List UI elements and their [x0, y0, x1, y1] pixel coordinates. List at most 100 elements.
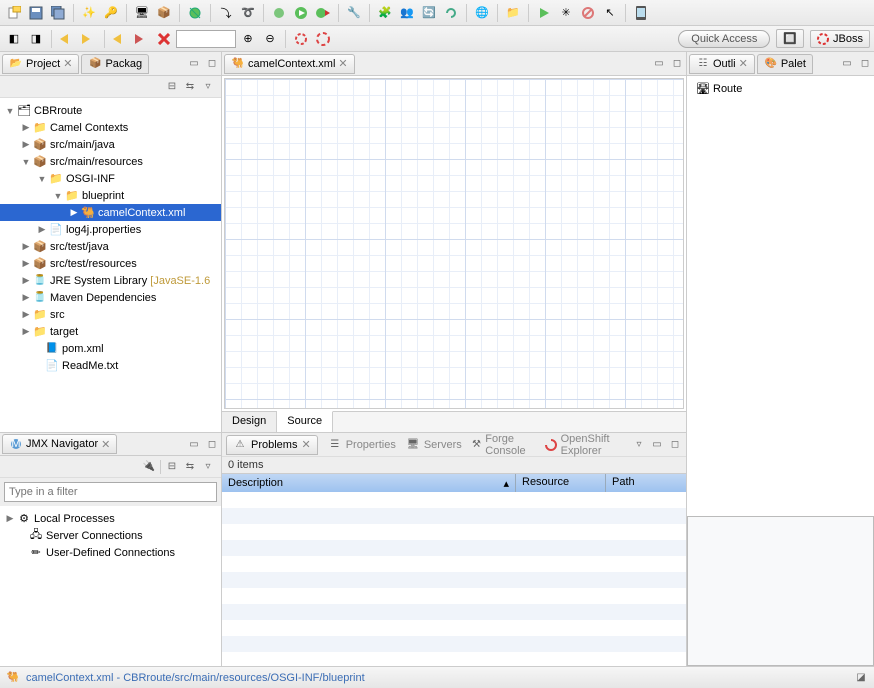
- palette-tab[interactable]: 🎨 Palet: [757, 54, 813, 74]
- maximize-icon[interactable]: ◻: [205, 57, 219, 71]
- tree-src[interactable]: ▶src: [0, 306, 221, 323]
- status-decorator-icon[interactable]: ◪: [854, 671, 868, 685]
- editor-file-tab[interactable]: 🐫 camelContext.xml ✕: [224, 54, 355, 74]
- tree-blueprint[interactable]: ▼blueprint: [0, 187, 221, 204]
- table-row[interactable]: [222, 636, 686, 652]
- maximize-icon[interactable]: ◻: [668, 438, 682, 452]
- tree-jre[interactable]: ▶JRE System Library [JavaSE-1.6: [0, 272, 221, 289]
- link-editor-icon[interactable]: ⇆: [183, 80, 197, 94]
- run-icon[interactable]: [291, 3, 311, 23]
- new-icon[interactable]: [4, 3, 24, 23]
- web-browser-icon[interactable]: 🌐: [472, 3, 492, 23]
- table-row[interactable]: [222, 540, 686, 556]
- collapse-all-icon[interactable]: ⊟: [165, 80, 179, 94]
- tree-osgi-inf[interactable]: ▼OSGI-INF: [0, 170, 221, 187]
- nav-cancel-icon[interactable]: [154, 29, 174, 49]
- save-icon[interactable]: [26, 3, 46, 23]
- tree-pom[interactable]: pom.xml: [0, 340, 221, 357]
- debug-as-icon[interactable]: [269, 3, 289, 23]
- servers-tab[interactable]: 🖥Servers: [406, 438, 462, 452]
- jmx-tree[interactable]: ▶⚙Local Processes 🖧Server Connections ✏U…: [0, 506, 221, 666]
- connect-icon[interactable]: 🔌: [142, 460, 156, 474]
- minimize-icon[interactable]: ▭: [187, 437, 201, 451]
- view-menu-icon[interactable]: ▿: [201, 460, 215, 474]
- refresh-icon[interactable]: [441, 3, 461, 23]
- minimize-icon[interactable]: ▭: [840, 57, 854, 71]
- cursor-icon[interactable]: ↖: [600, 3, 620, 23]
- maximize-icon[interactable]: ◻: [858, 57, 872, 71]
- run-last-icon[interactable]: [313, 3, 333, 23]
- collapse-all-icon[interactable]: ⊟: [165, 460, 179, 474]
- align-left-icon[interactable]: ◧: [4, 29, 24, 49]
- close-icon[interactable]: ✕: [739, 57, 748, 70]
- address-input[interactable]: [176, 30, 236, 48]
- table-row[interactable]: [222, 508, 686, 524]
- minimize-icon[interactable]: ▭: [652, 57, 666, 71]
- problems-table[interactable]: Description▴ Resource Path Location Type: [222, 473, 686, 666]
- align-right-icon[interactable]: ◨: [26, 29, 46, 49]
- outline-route[interactable]: 🛣Route: [691, 80, 870, 97]
- project-explorer-tab[interactable]: 📂 Project ✕: [2, 54, 79, 74]
- quick-access-button[interactable]: Quick Access: [678, 30, 770, 48]
- jmx-navigator-tab[interactable]: M JMX Navigator ✕: [2, 434, 117, 454]
- save-all-icon[interactable]: [48, 3, 68, 23]
- col-description[interactable]: Description▴: [222, 474, 516, 492]
- open-type-icon[interactable]: 🔑: [101, 3, 121, 23]
- tree-src-test-java[interactable]: ▶src/test/java: [0, 238, 221, 255]
- device-icon[interactable]: [631, 3, 651, 23]
- tree-src-test-resources[interactable]: ▶src/test/resources: [0, 255, 221, 272]
- link-editor-icon[interactable]: ⇆: [183, 460, 197, 474]
- new-server-icon[interactable]: 🖥: [132, 3, 152, 23]
- forge-tab[interactable]: ⚒Forge Console: [472, 433, 535, 457]
- jboss-perspective-button[interactable]: JBoss: [810, 30, 870, 48]
- tree-camel-context-xml[interactable]: ▶🐫camelContext.xml: [0, 204, 221, 221]
- tree-readme[interactable]: ReadMe.txt: [0, 357, 221, 374]
- play-icon[interactable]: [534, 3, 554, 23]
- jmx-user-connections[interactable]: ✏User-Defined Connections: [0, 544, 221, 561]
- open-perspective-button[interactable]: 🔲: [776, 29, 804, 48]
- jmx-filter-input[interactable]: [4, 482, 217, 502]
- skip-breakpoints-icon[interactable]: ⤵: [216, 3, 236, 23]
- view-menu-icon[interactable]: ▿: [201, 80, 215, 94]
- view-menu-icon[interactable]: ▿: [632, 438, 646, 452]
- table-row[interactable]: [222, 572, 686, 588]
- zoom-out-icon[interactable]: ⊖: [260, 29, 280, 49]
- source-tab[interactable]: Source: [277, 411, 333, 432]
- new-package-icon[interactable]: 📦: [154, 3, 174, 23]
- nav-forward-icon[interactable]: [132, 29, 152, 49]
- col-resource[interactable]: Resource: [516, 474, 606, 492]
- outline-tab[interactable]: ☷ Outli ✕: [689, 54, 755, 74]
- tree-log4j[interactable]: ▶log4j.properties: [0, 221, 221, 238]
- tree-maven-deps[interactable]: ▶Maven Dependencies: [0, 289, 221, 306]
- design-canvas[interactable]: [224, 78, 684, 409]
- minimize-icon[interactable]: ▭: [650, 438, 664, 452]
- close-icon[interactable]: ✕: [301, 438, 310, 451]
- tree-src-main-resources[interactable]: ▼src/main/resources: [0, 153, 221, 170]
- table-row[interactable]: [222, 604, 686, 620]
- run-config-icon[interactable]: ✳: [556, 3, 576, 23]
- table-row[interactable]: [222, 492, 686, 508]
- tree-src-main-java[interactable]: ▶src/main/java: [0, 136, 221, 153]
- forward-icon[interactable]: [79, 29, 99, 49]
- nav-back-icon[interactable]: [110, 29, 130, 49]
- back-icon[interactable]: [57, 29, 77, 49]
- zoom-in-icon[interactable]: ⊕: [238, 29, 258, 49]
- project-tree[interactable]: ▼CBRroute ▶Camel Contexts ▶src/main/java…: [0, 98, 221, 432]
- new-plugin-icon[interactable]: 🧩: [375, 3, 395, 23]
- table-row[interactable]: [222, 588, 686, 604]
- stop-icon[interactable]: [578, 3, 598, 23]
- maximize-icon[interactable]: ◻: [205, 437, 219, 451]
- openshift-tab[interactable]: OpenShift Explorer: [545, 433, 622, 457]
- table-row[interactable]: [222, 556, 686, 572]
- package-explorer-tab[interactable]: 📦 Packag: [81, 54, 149, 74]
- tree-camel-contexts[interactable]: ▶Camel Contexts: [0, 119, 221, 136]
- table-row[interactable]: [222, 620, 686, 636]
- team-icon[interactable]: 👥: [397, 3, 417, 23]
- design-tab[interactable]: Design: [222, 412, 277, 432]
- debug-icon[interactable]: [185, 3, 205, 23]
- external-tools-icon[interactable]: 🔧: [344, 3, 364, 23]
- wizard-icon[interactable]: ✨: [79, 3, 99, 23]
- resume-icon[interactable]: ➰: [238, 3, 258, 23]
- outline-body[interactable]: 🛣Route: [687, 76, 874, 516]
- maximize-icon[interactable]: ◻: [670, 57, 684, 71]
